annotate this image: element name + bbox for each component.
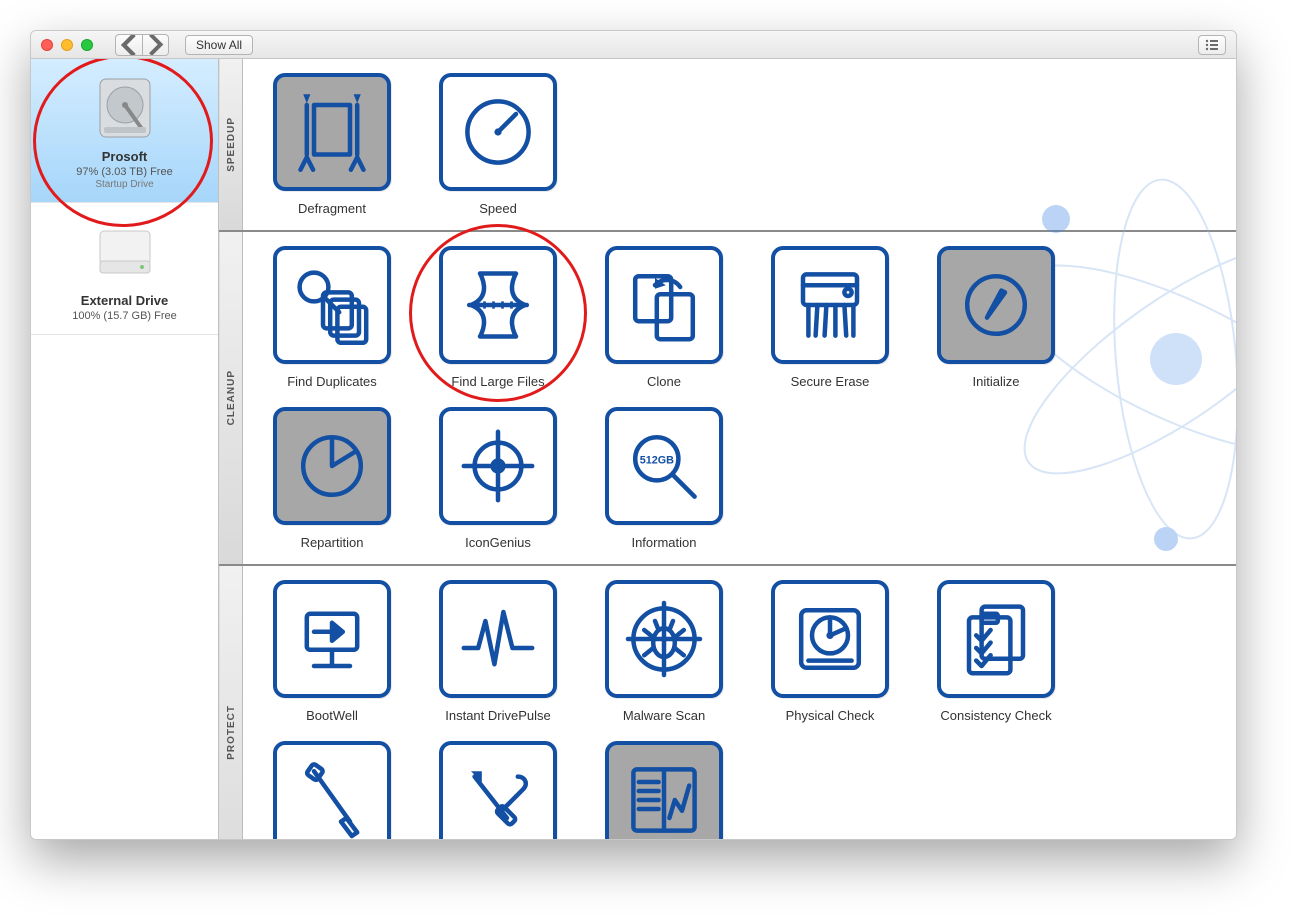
tool-bootwell[interactable]: BootWell <box>273 580 391 723</box>
tool-label: Physical Check <box>771 708 889 723</box>
tool-label: Secure Erase <box>771 374 889 389</box>
show-all-button[interactable]: Show All <box>185 35 253 55</box>
window-body: Prosoft 97% (3.03 TB) Free Startup Drive… <box>31 59 1236 839</box>
zoom-icon[interactable] <box>81 39 93 51</box>
tool-label: Initialize <box>937 374 1055 389</box>
tool-malware[interactable]: Malware Scan <box>605 580 723 723</box>
minimize-icon[interactable] <box>61 39 73 51</box>
internal-drive-icon <box>90 73 160 143</box>
drivepulse-icon <box>453 594 543 684</box>
secure-erase-icon <box>785 260 875 350</box>
external-drive-icon <box>90 217 160 287</box>
rebuild-icon <box>453 755 543 839</box>
tool-rebuild[interactable]: Rebuild <box>439 741 557 839</box>
tool-label: Consistency Check <box>937 708 1055 723</box>
drive-free: 100% (15.7 GB) Free <box>37 310 212 322</box>
tool-consistency[interactable]: Consistency Check <box>937 580 1055 723</box>
svg-text:512GB: 512GB <box>640 454 674 466</box>
section-tab-speedup[interactable]: SPEEDUP <box>219 59 243 230</box>
tool-clone[interactable]: Clone <box>605 246 723 389</box>
tool-label: Malware Scan <box>605 708 723 723</box>
repartition-icon <box>287 421 377 511</box>
view-list-button[interactable] <box>1198 35 1226 55</box>
app-window: Show All Prosoft 97% (3.03 TB) Free <box>30 30 1237 840</box>
tool-report[interactable]: Report <box>605 741 723 839</box>
tool-physical[interactable]: Physical Check <box>771 580 889 723</box>
tool-label: BootWell <box>273 708 391 723</box>
drive-sidebar: Prosoft 97% (3.03 TB) Free Startup Drive… <box>31 59 219 839</box>
tool-defragment[interactable]: Defragment <box>273 73 391 216</box>
window-controls <box>41 39 93 51</box>
drive-free: 97% (3.03 TB) Free <box>37 166 212 178</box>
tool-label: Instant DrivePulse <box>439 708 557 723</box>
tool-label: Defragment <box>273 201 391 216</box>
section-tab-cleanup[interactable]: CLEANUP <box>219 232 243 564</box>
tool-label: Repartition <box>273 535 391 550</box>
find-duplicates-icon <box>287 260 377 350</box>
close-icon[interactable] <box>41 39 53 51</box>
nav-buttons <box>115 34 169 56</box>
tool-find-large-files[interactable]: Find Large Files <box>439 246 557 389</box>
report-icon <box>619 755 709 839</box>
tool-label: Find Large Files <box>439 374 557 389</box>
main-panel: SPEEDUP Defragment <box>219 59 1236 839</box>
drive-name: External Drive <box>37 293 212 308</box>
tool-icon-genius[interactable]: IconGenius <box>439 407 557 550</box>
section-cleanup: CLEANUP Find Duplicates <box>219 232 1236 566</box>
bootwell-icon <box>287 594 377 684</box>
section-speedup: SPEEDUP Defragment <box>219 59 1236 232</box>
drive-subtitle: Startup Drive <box>37 179 212 190</box>
tool-label: IconGenius <box>439 535 557 550</box>
tool-label: Find Duplicates <box>273 374 391 389</box>
consistency-check-icon <box>951 594 1041 684</box>
tool-label: Clone <box>605 374 723 389</box>
find-large-files-icon <box>453 260 543 350</box>
drive-item-external[interactable]: External Drive 100% (15.7 GB) Free <box>31 203 218 335</box>
section-tab-protect[interactable]: PROTECT <box>219 566 243 839</box>
tool-repartition[interactable]: Repartition <box>273 407 391 550</box>
physical-check-icon <box>785 594 875 684</box>
repair-icon <box>287 755 377 839</box>
tool-repair[interactable]: Repair <box>273 741 391 839</box>
initialize-icon <box>951 260 1041 350</box>
section-protect: PROTECT BootWell <box>219 566 1236 839</box>
icon-genius-icon <box>453 421 543 511</box>
tool-speed[interactable]: Speed <box>439 73 557 216</box>
tool-drivepulse[interactable]: Instant DrivePulse <box>439 580 557 723</box>
defragment-icon <box>287 87 377 177</box>
titlebar: Show All <box>31 31 1236 59</box>
forward-button[interactable] <box>142 35 168 55</box>
information-icon: 512GB <box>619 421 709 511</box>
tool-label: Speed <box>439 201 557 216</box>
malware-icon <box>619 594 709 684</box>
tool-find-duplicates[interactable]: Find Duplicates <box>273 246 391 389</box>
drive-item-prosoft[interactable]: Prosoft 97% (3.03 TB) Free Startup Drive <box>31 59 218 203</box>
tool-initialize[interactable]: Initialize <box>937 246 1055 389</box>
drive-name: Prosoft <box>37 149 212 164</box>
show-all-label: Show All <box>196 38 242 52</box>
clone-icon <box>619 260 709 350</box>
tool-label: Information <box>605 535 723 550</box>
speed-icon <box>453 87 543 177</box>
tool-secure-erase[interactable]: Secure Erase <box>771 246 889 389</box>
back-button[interactable] <box>116 35 142 55</box>
tool-information[interactable]: 512GB Information <box>605 407 723 550</box>
